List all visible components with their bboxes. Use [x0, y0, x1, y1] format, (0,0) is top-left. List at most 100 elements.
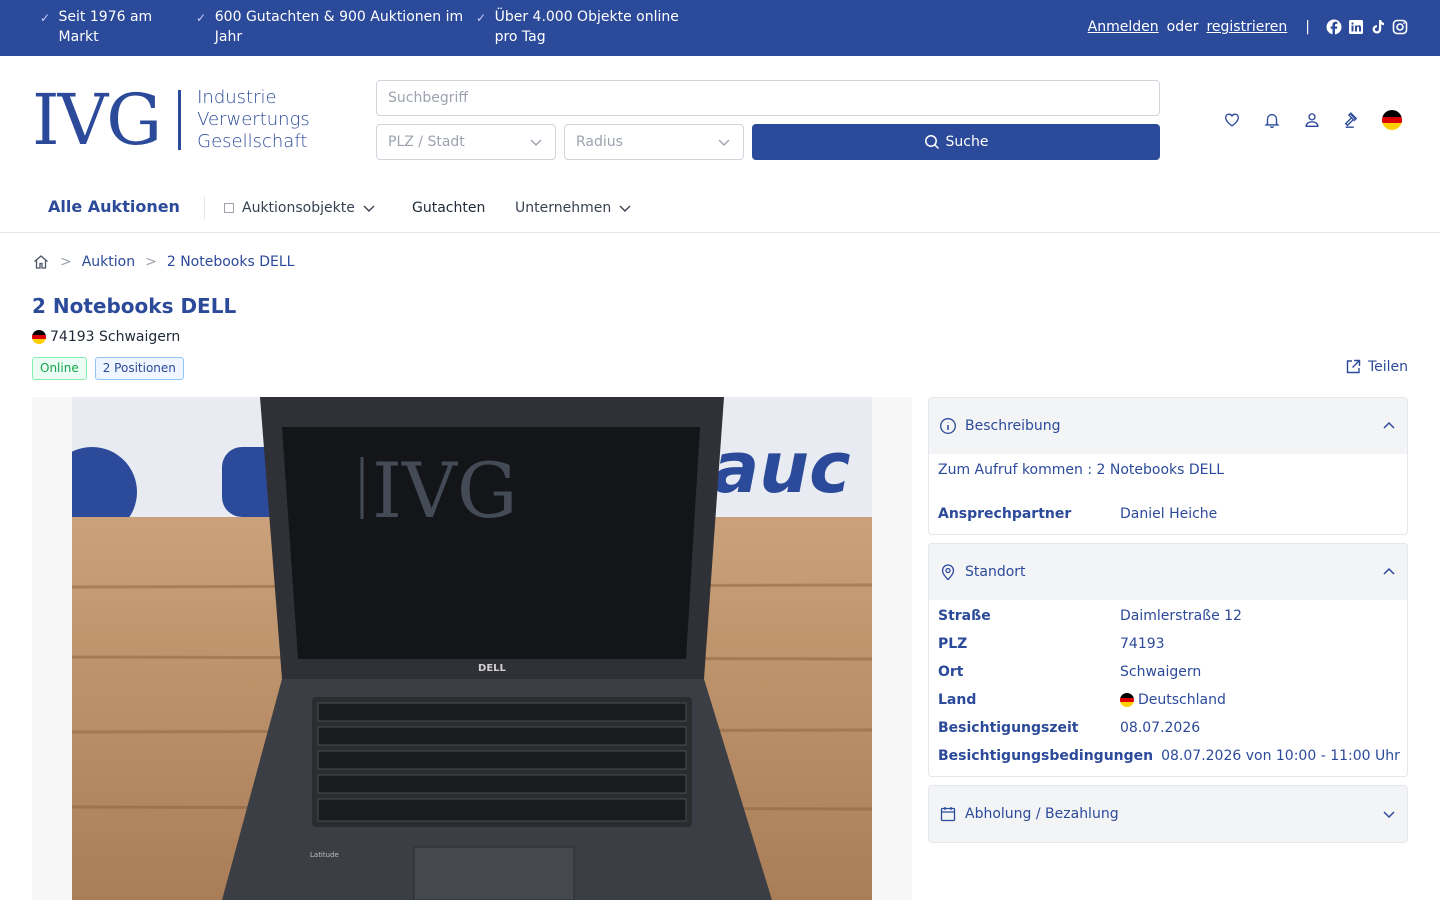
- check-icon: ✓: [40, 11, 51, 25]
- page-title: 2 Notebooks DELL: [32, 294, 237, 318]
- share-button[interactable]: Teilen: [1344, 358, 1408, 376]
- laptop-photo: auc IVG DELL Latitude: [72, 397, 872, 900]
- share-label: Teilen: [1367, 359, 1408, 375]
- row-key: PLZ: [938, 636, 968, 652]
- row-value: Daniel Heiche: [1120, 506, 1218, 522]
- chevron-down-icon: [1383, 811, 1395, 819]
- positions-badge[interactable]: 2 Positionen: [94, 357, 184, 380]
- search-input[interactable]: [376, 80, 1160, 116]
- nav-all-auctions[interactable]: Alle Auktionen: [48, 182, 180, 230]
- row-value: 74193: [1120, 636, 1165, 652]
- search-icon: [924, 135, 939, 150]
- chevron-up-icon: [1383, 567, 1395, 575]
- social-links: [1326, 19, 1408, 35]
- radius-select[interactable]: Radius: [564, 124, 744, 160]
- location-row: PLZ 74193: [938, 636, 1165, 652]
- panel-title: Standort: [965, 564, 1026, 580]
- bell-icon[interactable]: [1262, 110, 1282, 130]
- linkedin-icon[interactable]: [1348, 19, 1364, 35]
- tiktok-icon[interactable]: [1370, 19, 1386, 35]
- description-text: Zum Aufruf kommen : 2 Notebooks DELL: [938, 462, 1225, 478]
- calendar-icon: [940, 807, 956, 822]
- description-panel-header[interactable]: Beschreibung: [929, 398, 1407, 454]
- radius-placeholder: Radius: [576, 134, 623, 150]
- location-row: Besichtigungszeit 08.07.2026: [938, 720, 1200, 736]
- contact-row: Ansprechpartner Daniel Heiche: [938, 506, 1217, 522]
- brand-text: DELL: [478, 663, 507, 674]
- login-link[interactable]: Anmelden: [1088, 19, 1159, 35]
- logo-text: Industrie Verwertungs Gesellschaft: [197, 87, 310, 153]
- or-text: oder: [1166, 19, 1199, 35]
- nav-divider: [204, 196, 205, 220]
- breadcrumb-separator: >: [145, 254, 157, 270]
- panel-title: Abholung / Bezahlung: [965, 806, 1119, 822]
- usp-text: Seit 1976 am Markt: [58, 9, 153, 45]
- plz-city-placeholder: PLZ / Stadt: [388, 134, 465, 150]
- row-value: Daimlerstraße 12: [1120, 608, 1242, 624]
- german-flag-icon: [1120, 693, 1134, 707]
- location-text: 74193 Schwaigern: [50, 329, 181, 345]
- row-value-country: Deutschland: [1120, 692, 1226, 708]
- logo-line: Verwertungs: [197, 109, 310, 130]
- grid-icon: [224, 203, 234, 213]
- check-icon: ✓: [196, 11, 207, 25]
- heart-icon[interactable]: [1222, 110, 1242, 130]
- logo-line: Industrie: [197, 87, 277, 108]
- chevron-down-icon: [718, 139, 730, 146]
- auction-image[interactable]: auc IVG DELL Latitude: [32, 397, 912, 900]
- search-button[interactable]: Suche: [752, 124, 1160, 160]
- plz-city-select[interactable]: PLZ / Stadt: [376, 124, 556, 160]
- nav-auction-objects[interactable]: Auktionsobjekte: [224, 184, 377, 232]
- nav-label: Gutachten: [412, 200, 486, 216]
- breadcrumb-separator: >: [60, 254, 72, 270]
- info-icon: [940, 418, 956, 434]
- breadcrumb: > Auktion > 2 Notebooks DELL: [32, 252, 294, 272]
- map-pin-icon: [941, 564, 955, 581]
- gavel-icon[interactable]: [1342, 110, 1362, 130]
- auction-location: 74193 Schwaigern: [32, 329, 180, 345]
- status-badges: Online 2 Positionen: [32, 357, 184, 380]
- account-links: Anmelden oder registrieren |: [1088, 17, 1408, 37]
- instagram-icon[interactable]: [1392, 19, 1408, 35]
- breadcrumb-item[interactable]: 2 Notebooks DELL: [167, 254, 295, 270]
- usp-text: 600 Gutachten & 900 Auktionen im Jahr: [214, 9, 464, 45]
- usp-item: ✓ Über 4.000 Objekte online pro Tag: [476, 7, 706, 47]
- model-text: Latitude: [310, 851, 339, 859]
- user-icon[interactable]: [1302, 110, 1322, 130]
- location-row: Land Deutschland: [938, 692, 1226, 708]
- top-bar: ✓ Seit 1976 am Markt ✓ 600 Gutachten & 9…: [0, 0, 1440, 56]
- location-row: Ort Schwaigern: [938, 664, 1201, 680]
- ivg-logo[interactable]: IVG Industrie Verwertungs Gesellschaft: [32, 84, 310, 156]
- location-row: Straße Daimlerstraße 12: [938, 608, 1242, 624]
- row-key: Ansprechpartner: [938, 506, 1072, 522]
- separator: |: [1305, 19, 1310, 35]
- pickup-panel-header[interactable]: Abholung / Bezahlung: [929, 786, 1407, 842]
- row-key: Besichtigungszeit: [938, 720, 1079, 736]
- logo-line: Gesellschaft: [197, 131, 308, 152]
- logo-mark: IVG: [32, 79, 162, 161]
- chevron-down-icon: [530, 139, 542, 146]
- register-link[interactable]: registrieren: [1206, 19, 1287, 35]
- nav-appraisals[interactable]: Gutachten: [412, 184, 485, 232]
- watermark-text: IVG: [372, 446, 518, 535]
- location-panel-header[interactable]: Standort: [929, 544, 1407, 600]
- search-button-label: Suche: [945, 134, 989, 150]
- row-value: 08.07.2026: [1120, 720, 1201, 736]
- chevron-up-icon: [1383, 421, 1395, 429]
- usp-item: ✓ Seit 1976 am Markt: [40, 7, 180, 47]
- facebook-icon[interactable]: [1326, 19, 1342, 35]
- nav-company[interactable]: Unternehmen: [515, 184, 633, 232]
- row-key: Besichtigungsbedingungen: [938, 748, 1154, 764]
- country-text: Deutschland: [1138, 692, 1226, 708]
- svg-text:auc: auc: [712, 427, 851, 509]
- home-icon[interactable]: [32, 253, 50, 271]
- chevron-down-icon: [619, 205, 631, 212]
- location-panel: Standort Straße Daimlerstraße 12 PLZ 741…: [928, 543, 1408, 777]
- german-flag-icon[interactable]: [1382, 110, 1402, 130]
- row-value: 08.07.2026 von 10:00 - 11:00 Uhr: [1161, 748, 1400, 764]
- breadcrumb-item[interactable]: Auktion: [82, 254, 135, 270]
- nav-label: Auktionsobjekte: [242, 200, 355, 216]
- logo-divider: [178, 90, 182, 150]
- main-nav: Alle Auktionen Auktionsobjekte Gutachten…: [0, 184, 1440, 233]
- pickup-payment-panel: Abholung / Bezahlung: [928, 785, 1408, 843]
